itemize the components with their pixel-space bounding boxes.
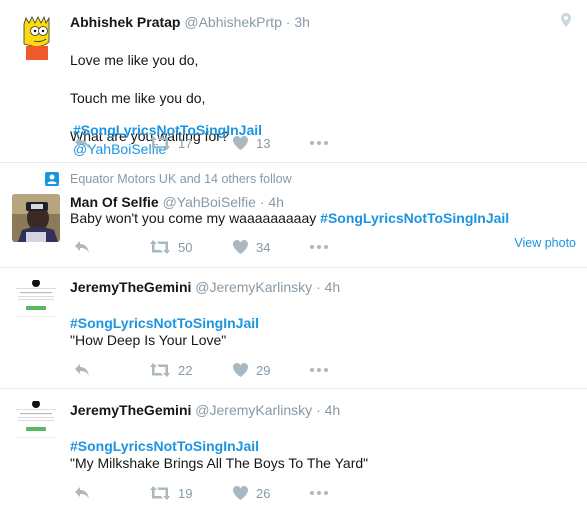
- tweet[interactable]: JeremyTheGemini @JeremyKarlinsky · 4h #S…: [0, 389, 587, 512]
- reply-button[interactable]: [74, 133, 90, 153]
- tweet[interactable]: Abhishek Pratap @AbhishekPrtp · 3h Love …: [0, 0, 587, 163]
- more-icon: [310, 245, 328, 249]
- tweet[interactable]: JeremyTheGemini @JeremyKarlinsky · 4h #S…: [0, 268, 587, 389]
- more-icon: [310, 491, 328, 495]
- username[interactable]: @YahBoiSelfie: [163, 194, 256, 210]
- retweet-count: 17: [178, 135, 193, 151]
- retweet-button[interactable]: 22: [150, 360, 192, 380]
- like-button[interactable]: 13: [233, 133, 270, 153]
- retweet-count: 22: [178, 362, 193, 378]
- like-button[interactable]: 34: [233, 237, 270, 257]
- tweet-actions: 50 34: [70, 237, 490, 257]
- separator: ·: [285, 14, 291, 30]
- tweet-text: "How Deep Is Your Love": [70, 332, 227, 348]
- timestamp[interactable]: 4h: [325, 279, 341, 295]
- reply-button[interactable]: [74, 237, 90, 257]
- timestamp[interactable]: 3h: [294, 14, 310, 30]
- username[interactable]: @JeremyKarlinsky: [195, 402, 312, 418]
- tweet-header: JeremyTheGemini @JeremyKarlinsky · 4h: [70, 278, 340, 296]
- tweet-tags: #SongLyricsNotToSingInJail: [70, 418, 259, 456]
- reply-icon: [75, 364, 89, 376]
- lyric-line: Love me like you do,: [70, 52, 199, 68]
- tweet-header: Abhishek Pratap @AbhishekPrtp · 3h: [70, 13, 310, 31]
- retweet-icon: [150, 240, 170, 254]
- tweet-actions: 22 29: [70, 360, 490, 380]
- tweet-text: "My Milkshake Brings All The Boys To The…: [70, 455, 369, 471]
- timestamp[interactable]: 4h: [268, 194, 284, 210]
- more-button[interactable]: [310, 360, 328, 380]
- separator: ·: [316, 279, 321, 295]
- separator: ·: [259, 194, 265, 210]
- tweet-actions: 17 13: [70, 133, 490, 153]
- hashtag-link[interactable]: #SongLyricsNotToSingInJail: [70, 438, 259, 454]
- avatar[interactable]: [12, 401, 60, 449]
- tweet-tags: #SongLyricsNotToSingInJail: [70, 295, 259, 333]
- retweet-count: 50: [178, 239, 193, 255]
- avatar[interactable]: [12, 280, 60, 328]
- heart-icon: [233, 363, 248, 377]
- retweet-icon: [150, 136, 170, 150]
- location-pin-icon[interactable]: [561, 13, 571, 32]
- tweet-actions: 19 26: [70, 483, 490, 503]
- reply-button[interactable]: [74, 483, 90, 503]
- follow-context-icon: [45, 172, 59, 186]
- username[interactable]: @AbhishekPrtp: [184, 14, 281, 30]
- avatar[interactable]: [12, 12, 60, 60]
- like-count: 13: [256, 135, 271, 151]
- like-button[interactable]: 29: [233, 360, 270, 380]
- follow-context[interactable]: Equator Motors UK and 14 others follow: [70, 172, 292, 186]
- more-button[interactable]: [310, 133, 328, 153]
- view-photo-link[interactable]: View photo: [514, 236, 576, 250]
- like-button[interactable]: 26: [233, 483, 270, 503]
- retweet-button[interactable]: 50: [150, 237, 192, 257]
- display-name[interactable]: JeremyTheGemini: [70, 279, 191, 295]
- display-name[interactable]: Abhishek Pratap: [70, 14, 180, 30]
- tweet[interactable]: Equator Motors UK and 14 others follow M…: [0, 163, 587, 268]
- reply-icon: [75, 487, 89, 499]
- retweet-icon: [150, 363, 170, 377]
- reply-icon: [75, 137, 89, 149]
- hashtag-link[interactable]: #SongLyricsNotToSingInJail: [320, 210, 509, 226]
- more-button[interactable]: [310, 483, 328, 503]
- more-button[interactable]: [310, 237, 328, 257]
- retweet-button[interactable]: 19: [150, 483, 192, 503]
- heart-icon: [233, 136, 248, 150]
- heart-icon: [233, 240, 248, 254]
- retweet-icon: [150, 486, 170, 500]
- display-name[interactable]: JeremyTheGemini: [70, 402, 191, 418]
- retweet-count: 19: [178, 485, 193, 501]
- timestamp[interactable]: 4h: [325, 402, 341, 418]
- reply-button[interactable]: [74, 360, 90, 380]
- separator: ·: [316, 402, 321, 418]
- retweet-button[interactable]: 17: [150, 133, 192, 153]
- like-count: 29: [256, 362, 271, 378]
- tweet-body: Baby won't you come my waaaaaaaaay: [70, 210, 317, 226]
- tweet-header: JeremyTheGemini @JeremyKarlinsky · 4h: [70, 401, 340, 419]
- avatar[interactable]: [12, 194, 60, 242]
- display-name[interactable]: Man Of Selfie: [70, 194, 159, 210]
- more-icon: [310, 368, 328, 372]
- like-count: 34: [256, 239, 271, 255]
- heart-icon: [233, 486, 248, 500]
- like-count: 26: [256, 485, 271, 501]
- tweet-text: Baby won't you come my waaaaaaaaay #Song…: [70, 209, 509, 228]
- hashtag-link[interactable]: #SongLyricsNotToSingInJail: [70, 315, 259, 331]
- more-icon: [310, 141, 328, 145]
- reply-icon: [75, 241, 89, 253]
- username[interactable]: @JeremyKarlinsky: [195, 279, 312, 295]
